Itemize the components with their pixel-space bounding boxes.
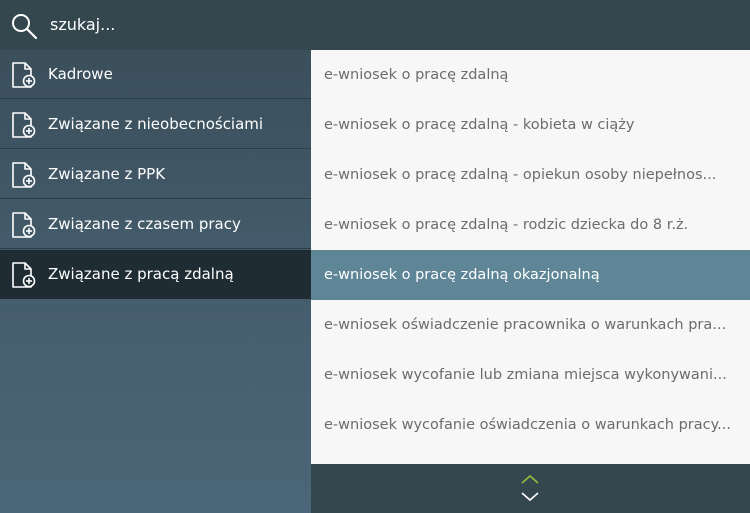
sidebar-item-label: Kadrowe [48,65,113,83]
category-sidebar: Kadrowe Związane z nieobecnościami Związ… [0,50,311,513]
list-item[interactable]: e-wniosek o pracę zdalną - opiekun osoby… [311,150,750,200]
sidebar-item-label: Związane z PPK [48,165,166,183]
document-add-icon [12,212,36,238]
chevron-up-icon[interactable] [519,472,541,486]
sidebar-item-kadrowe[interactable]: Kadrowe [0,50,311,99]
list-item[interactable]: e-wniosek o pracę zdalną - kobieta w cią… [311,100,750,150]
list-item[interactable]: e-wniosek o pracę zdalną [311,50,750,100]
list-item[interactable]: e-wniosek oświadczenie pracownika o waru… [311,300,750,350]
sidebar-item-label: Związane z pracą zdalną [48,265,234,283]
sidebar-item-absences[interactable]: Związane z nieobecnościami [0,100,311,149]
sidebar-item-label: Związane z nieobecnościami [48,115,264,133]
request-list: e-wniosek o pracę zdalną e-wniosek o pra… [311,50,750,464]
document-add-icon [12,262,36,288]
search-icon[interactable] [10,12,38,40]
search-bar: szukaj... [0,0,750,50]
sidebar-item-label: Związane z czasem pracy [48,215,241,233]
document-add-icon [12,162,36,188]
list-item[interactable]: e-wniosek wycofanie lub zmiana miejsca w… [311,350,750,400]
list-item-selected[interactable]: e-wniosek o pracę zdalną okazjonalną [311,250,750,300]
sidebar-item-remote-work[interactable]: Związane z pracą zdalną [0,250,311,299]
document-add-icon [12,62,36,88]
scroll-controls [311,464,750,513]
chevron-down-icon[interactable] [519,490,541,504]
document-add-icon [12,112,36,138]
sidebar-item-ppk[interactable]: Związane z PPK [0,150,311,199]
sidebar-item-working-time[interactable]: Związane z czasem pracy [0,200,311,249]
search-input[interactable]: szukaj... [50,12,350,38]
list-item[interactable]: e-wniosek wycofanie oświadczenia o warun… [311,400,750,450]
list-item[interactable]: e-wniosek o pracę zdalną - rodzic dzieck… [311,200,750,250]
